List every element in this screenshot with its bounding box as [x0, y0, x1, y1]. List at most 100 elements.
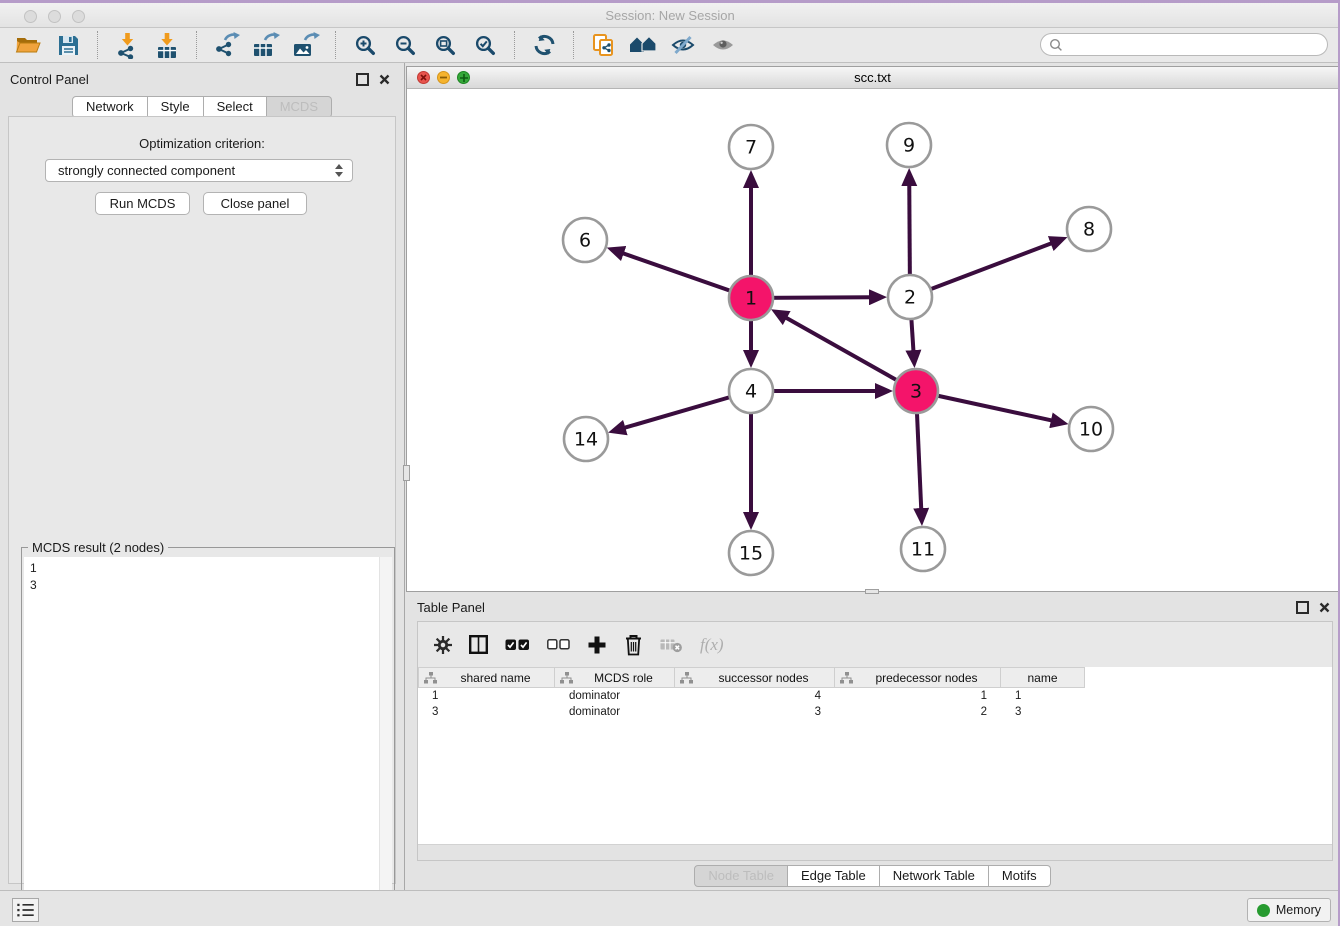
graph-node-label: 8 [1083, 219, 1095, 241]
float-panel-icon[interactable] [1296, 601, 1309, 614]
run-mcds-button[interactable]: Run MCDS [95, 192, 190, 215]
tab-mcds[interactable]: MCDS [267, 96, 332, 118]
status-bar: Memory [0, 890, 1340, 926]
tab-style[interactable]: Style [148, 96, 204, 118]
toolbar-separator [335, 31, 336, 59]
tab-motifs[interactable]: Motifs [989, 865, 1051, 887]
search-input[interactable] [1068, 35, 1327, 55]
graph-node-label: 15 [739, 543, 763, 565]
cell-name[interactable]: 1 [1001, 690, 1085, 702]
delete-table-icon[interactable] [660, 637, 683, 653]
zoom-in-icon[interactable] [349, 30, 381, 60]
close-panel-button[interactable]: Close panel [203, 192, 307, 215]
cell-MCDS-role[interactable]: dominator [555, 706, 675, 718]
table-toolbar: f(x) [418, 622, 1332, 667]
network-view-title: scc.txt [407, 70, 1338, 85]
column-header-predecessor-nodes[interactable]: predecessor nodes [835, 667, 1001, 688]
network-graph[interactable]: 7968124314101511 [407, 89, 1338, 591]
cell-successor-nodes[interactable]: 4 [675, 690, 835, 702]
control-panel: Control Panel Network Style Select MCDS … [0, 63, 405, 890]
graph-node-label: 3 [910, 381, 922, 403]
refresh-layout-icon[interactable] [528, 30, 560, 60]
node-table: f(x) shared nameMCDS rolesuccessor nodes… [417, 621, 1333, 861]
graph-node-label: 9 [903, 135, 915, 157]
column-header-MCDS-role[interactable]: MCDS role [555, 667, 675, 688]
result-scrollbar[interactable] [379, 557, 392, 923]
cell-predecessor-nodes[interactable]: 2 [835, 706, 1001, 718]
resize-handle[interactable] [865, 589, 879, 594]
tree-column-icon [840, 672, 853, 684]
cell-shared-name[interactable]: 1 [418, 690, 555, 702]
export-table-icon[interactable] [250, 30, 282, 60]
search-icon [1049, 38, 1063, 52]
zoom-selected-icon[interactable] [469, 30, 501, 60]
close-panel-icon[interactable] [1319, 602, 1330, 613]
task-history-button[interactable] [12, 898, 39, 922]
list-icon [16, 902, 35, 918]
table-body[interactable]: 1dominator4113dominator323 [418, 688, 1332, 720]
show-all-icon[interactable] [707, 30, 739, 60]
toolbar-separator [97, 31, 98, 59]
table-header-row[interactable]: shared nameMCDS rolesuccessor nodesprede… [418, 667, 1085, 688]
function-builder-icon[interactable]: f(x) [700, 635, 724, 655]
mcds-result-area[interactable]: 1 3 [24, 557, 392, 923]
clone-network-icon[interactable] [587, 30, 619, 60]
toolbar-separator [514, 31, 515, 59]
tab-node-table[interactable]: Node Table [694, 865, 788, 887]
add-row-icon[interactable] [587, 635, 607, 655]
tab-edge-table[interactable]: Edge Table [788, 865, 880, 887]
select-all-checks-icon[interactable] [505, 639, 530, 651]
graph-node-label: 4 [745, 381, 757, 403]
graph-node-label: 7 [745, 137, 757, 159]
criterion-select[interactable]: strongly connected component [45, 159, 353, 182]
toolbar-separator [196, 31, 197, 59]
table-row[interactable]: 3dominator323 [418, 704, 1332, 720]
import-network-icon[interactable] [111, 30, 143, 60]
export-image-icon[interactable] [290, 30, 322, 60]
show-column-icon[interactable] [469, 635, 488, 654]
export-network-icon[interactable] [210, 30, 242, 60]
home-icon[interactable] [627, 30, 659, 60]
control-panel-tabs: Network Style Select MCDS [0, 96, 404, 118]
save-session-icon[interactable] [52, 30, 84, 60]
table-panel-window-controls [1296, 601, 1330, 614]
tab-select[interactable]: Select [204, 96, 267, 118]
mcds-result-title: MCDS result (2 nodes) [28, 540, 168, 555]
close-panel-icon[interactable] [379, 74, 390, 85]
delete-icon[interactable] [624, 634, 643, 656]
hide-selected-icon[interactable] [667, 30, 699, 60]
graph-node-label: 1 [745, 288, 757, 310]
window-title: Session: New Session [0, 8, 1340, 23]
optimization-criterion-label: Optimization criterion: [9, 136, 395, 151]
deselect-all-checks-icon[interactable] [547, 639, 570, 650]
cell-successor-nodes[interactable]: 3 [675, 706, 835, 718]
cell-predecessor-nodes[interactable]: 1 [835, 690, 1001, 702]
zoom-fit-icon[interactable] [429, 30, 461, 60]
horizontal-scrollbar[interactable] [418, 844, 1332, 860]
table-row[interactable]: 1dominator411 [418, 688, 1332, 704]
graph-node-label: 14 [574, 429, 598, 451]
workspace-region: scc.txt 7968124314101511 Table Panel [405, 63, 1340, 890]
cell-MCDS-role[interactable]: dominator [555, 690, 675, 702]
column-header-shared-name[interactable]: shared name [418, 667, 555, 688]
search-box[interactable] [1040, 33, 1328, 56]
zoom-out-icon[interactable] [389, 30, 421, 60]
tab-network-table[interactable]: Network Table [880, 865, 989, 887]
tree-column-icon [424, 672, 437, 684]
graph-node-label: 2 [904, 287, 916, 309]
float-panel-icon[interactable] [356, 73, 369, 86]
splitter-handle[interactable] [403, 465, 410, 481]
table-options-gear-icon[interactable] [434, 636, 452, 654]
cell-shared-name[interactable]: 3 [418, 706, 555, 718]
import-table-icon[interactable] [151, 30, 183, 60]
memory-button[interactable]: Memory [1247, 898, 1331, 922]
window-titlebar: Session: New Session [0, 0, 1340, 28]
column-header-name[interactable]: name [1001, 667, 1085, 688]
network-window-titlebar[interactable]: scc.txt [407, 67, 1338, 89]
memory-button-label: Memory [1276, 903, 1321, 917]
column-header-successor-nodes[interactable]: successor nodes [675, 667, 835, 688]
tab-network[interactable]: Network [72, 96, 148, 118]
network-canvas[interactable]: 7968124314101511 [407, 89, 1338, 591]
cell-name[interactable]: 3 [1001, 706, 1085, 718]
open-file-icon[interactable] [12, 30, 44, 60]
